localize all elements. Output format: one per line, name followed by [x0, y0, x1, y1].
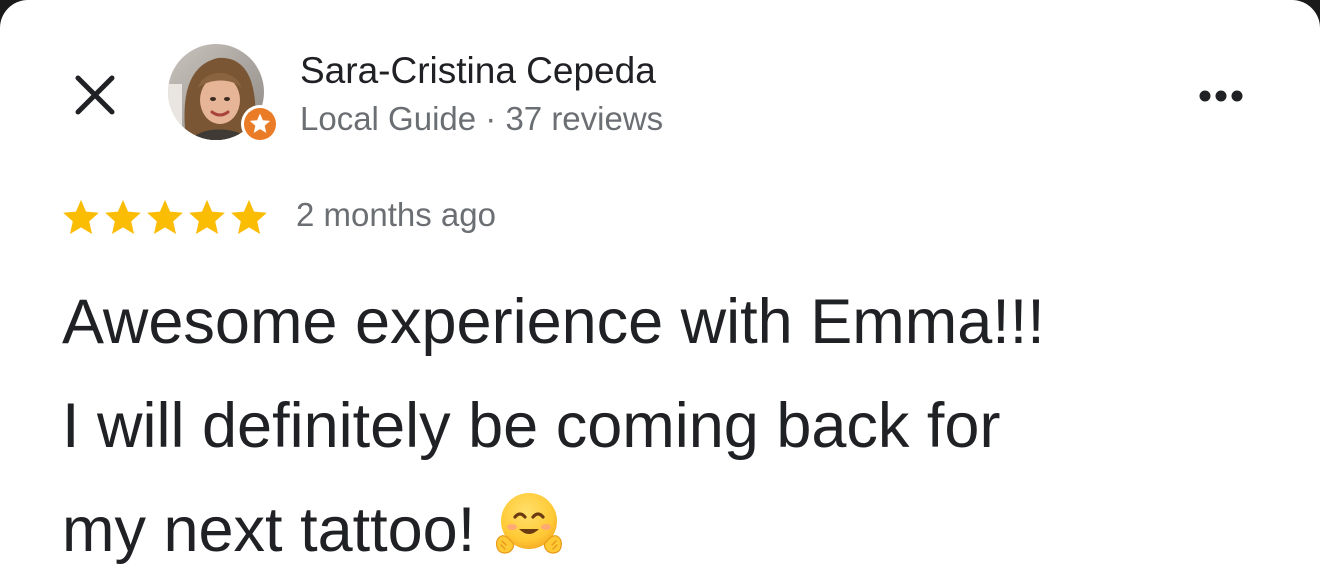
- review-text-line: Awesome experience with Emma!!!: [62, 287, 1045, 357]
- star-icon: [63, 199, 99, 234]
- close-icon: [75, 75, 115, 115]
- star-icon: [105, 199, 141, 234]
- review-text-line: my next tattoo!: [62, 495, 476, 565]
- review-card: Sara-Cristina Cepeda Local Guide · 37 re…: [0, 0, 1320, 588]
- star-rating: [60, 195, 270, 239]
- review-text-line-last: my next tattoo!: [62, 478, 1282, 582]
- close-button[interactable]: [70, 70, 120, 120]
- star-icon: [231, 199, 267, 234]
- more-options-icon: [1199, 90, 1243, 102]
- local-guide-star-badge-icon: [241, 105, 279, 143]
- avatar[interactable]: [168, 44, 279, 143]
- more-options-button[interactable]: [1192, 80, 1252, 112]
- reviewer-meta: Local Guide · 37 reviews: [300, 100, 664, 137]
- star-icon: [147, 199, 183, 234]
- reviewer-name[interactable]: Sara-Cristina Cepeda: [300, 50, 656, 92]
- review-text: Awesome experience with Emma!!! I will d…: [62, 270, 1282, 582]
- star-icon: [189, 199, 225, 234]
- hugging-face-emoji-icon: [496, 493, 563, 554]
- review-text-line: I will definitely be coming back for: [62, 391, 1001, 461]
- review-date: 2 months ago: [296, 196, 496, 233]
